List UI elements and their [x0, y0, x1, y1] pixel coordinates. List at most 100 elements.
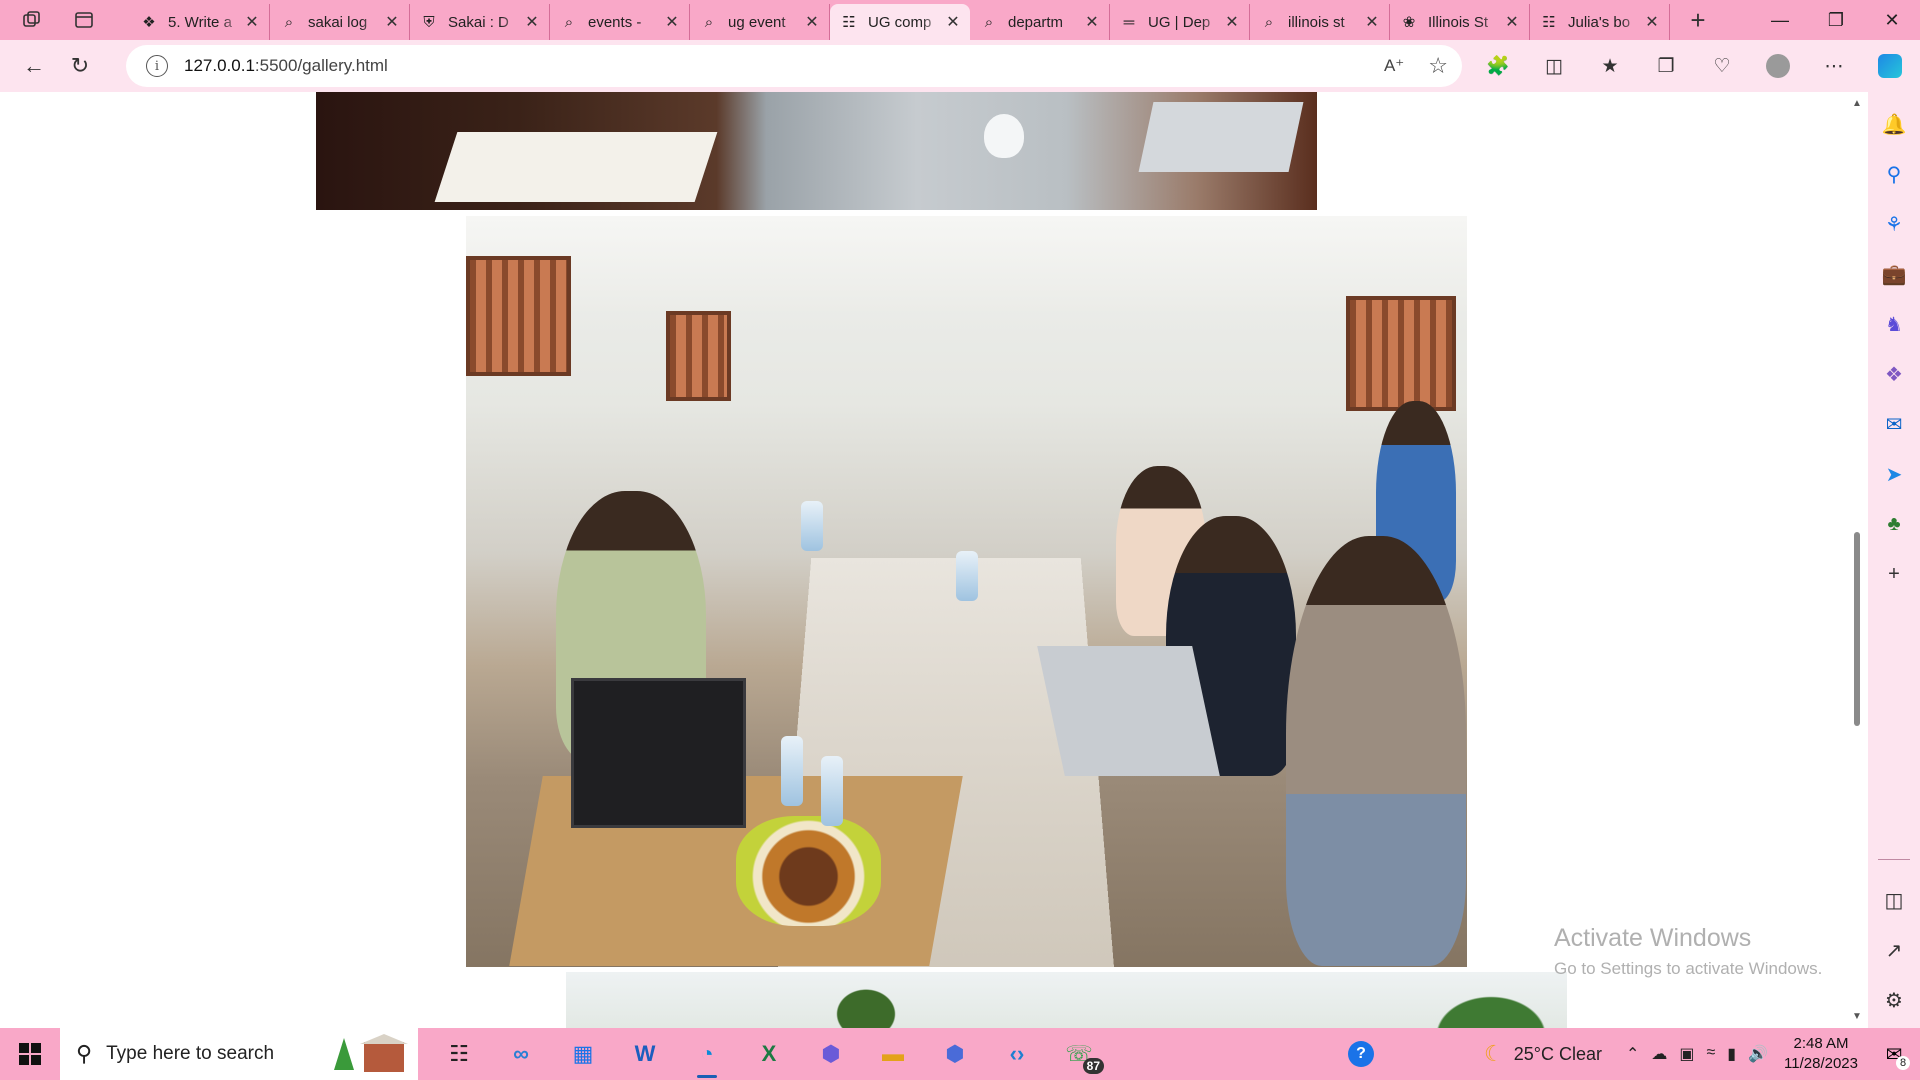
file-explorer-icon[interactable]: ▬ [862, 1028, 924, 1080]
sidebar-settings-gear-icon[interactable]: ⚙ [1876, 982, 1912, 1018]
refresh-button[interactable]: ↻ [60, 46, 100, 86]
split-screen-icon[interactable]: ◫ [1534, 46, 1574, 86]
shopping-tag-icon[interactable]: ⚘ [1876, 206, 1912, 242]
vscode-icon[interactable]: ‹› [986, 1028, 1048, 1080]
url-host: 127.0.0.1 [184, 56, 255, 75]
notifications-bell-icon[interactable]: 🔔 [1876, 106, 1912, 142]
tab-close-icon[interactable]: ✕ [243, 13, 261, 31]
taskbar-search-box[interactable]: ⚲ Type here to search [60, 1028, 418, 1080]
weather-temp: 25°C [1513, 1043, 1554, 1064]
page-scrollbar[interactable]: ▲ ▼ [1850, 92, 1864, 1028]
tab-close-icon[interactable]: ✕ [1503, 13, 1521, 31]
browser-tab[interactable]: ☷ UG comp ✕ [830, 4, 970, 40]
tab-close-icon[interactable]: ✕ [383, 13, 401, 31]
system-tray: ? ☾ 25°C Clear ⌃ ☁ ▣ ≈ ▮ 🔊 2:48 AM 11/28… [1348, 1028, 1920, 1080]
excel-icon[interactable]: X [738, 1028, 800, 1080]
close-window-button[interactable]: ✕ [1864, 0, 1920, 40]
taskbar-clock[interactable]: 2:48 AM 11/28/2023 [1784, 1034, 1858, 1074]
tree-icon[interactable]: ♣ [1876, 506, 1912, 542]
tab-close-icon[interactable]: ✕ [1643, 13, 1661, 31]
browser-tab[interactable]: ⌕ illinois st ✕ [1250, 4, 1390, 40]
meet-now-icon[interactable]: ▣ [1679, 1044, 1694, 1064]
favorite-star-icon[interactable]: ☆ [1428, 53, 1448, 79]
gallery-photo-students-coding-session [466, 216, 1467, 967]
tab-title: UG comp [868, 13, 932, 31]
browser-tab[interactable]: ❀ Illinois St ✕ [1390, 4, 1530, 40]
tab-actions-icon[interactable] [68, 4, 100, 36]
tab-close-icon[interactable]: ✕ [1083, 13, 1101, 31]
tab-close-icon[interactable]: ✕ [1223, 13, 1241, 31]
settings-more-icon[interactable]: ⋯ [1814, 46, 1854, 86]
tab-title: events - [588, 13, 642, 31]
browser-tab[interactable]: ☷ Julia's bo ✕ [1530, 4, 1670, 40]
show-hidden-icons-chevron-icon[interactable]: ⌃ [1626, 1044, 1639, 1064]
scrollbar-thumb[interactable] [1854, 532, 1860, 726]
browser-essentials-icon[interactable]: ♡ [1702, 46, 1742, 86]
copilot-infinity-icon[interactable]: ∞ [490, 1028, 552, 1080]
microsoft-store-icon[interactable]: ▦ [552, 1028, 614, 1080]
tab-close-icon[interactable]: ✕ [1363, 13, 1381, 31]
back-button[interactable]: ← [14, 46, 54, 86]
battery-icon[interactable]: ▮ [1727, 1044, 1736, 1064]
browser-tab[interactable]: ❖ 5. Write a ✕ [130, 4, 270, 40]
whatsapp-unread-badge: 87 [1082, 1058, 1104, 1074]
sidebar-search-icon[interactable]: ⚲ [1876, 156, 1912, 192]
tab-close-icon[interactable]: ✕ [944, 13, 962, 31]
browser-tab[interactable]: ⌕ sakai log ✕ [270, 4, 410, 40]
edge-icon[interactable]: ◔ [676, 1028, 738, 1080]
copilot-alt-icon[interactable]: ⬢ [924, 1028, 986, 1080]
address-bar[interactable]: i 127.0.0.1:5500/gallery.html A⁺ ☆ [126, 45, 1462, 87]
microsoft-365-icon[interactable]: ❖ [1876, 356, 1912, 392]
workspaces-icon[interactable] [16, 4, 48, 36]
tab-close-icon[interactable]: ✕ [803, 13, 821, 31]
tab-title: illinois st [1288, 13, 1345, 31]
hide-sidebar-icon[interactable]: ◫ [1876, 882, 1912, 918]
search-icon: ⌕ [284, 13, 294, 31]
add-sidebar-app-icon[interactable]: + [1876, 556, 1912, 592]
address-url[interactable]: 127.0.0.1:5500/gallery.html [184, 56, 388, 76]
extensions-icon[interactable]: 🧩 [1478, 46, 1518, 86]
scroll-down-arrow-icon[interactable]: ▼ [1852, 1011, 1862, 1022]
weather-widget[interactable]: ☾ 25°C Clear [1484, 1041, 1602, 1067]
search-icon: ⌕ [704, 13, 714, 31]
notification-count-badge: 8 [1896, 1056, 1910, 1070]
tab-title: Illinois St [1428, 13, 1489, 31]
word-icon[interactable]: W [614, 1028, 676, 1080]
tools-briefcase-icon[interactable]: 💼 [1876, 256, 1912, 292]
favorites-icon[interactable]: ★ [1590, 46, 1630, 86]
browser-tab[interactable]: ⌕ ug event ✕ [690, 4, 830, 40]
browser-tab[interactable]: ⌕ departm ✕ [970, 4, 1110, 40]
onedrive-icon[interactable]: ☁ [1651, 1044, 1667, 1064]
copilot-icon[interactable] [1870, 46, 1910, 86]
tab-close-icon[interactable]: ✕ [663, 13, 681, 31]
tab-list: ❖ 5. Write a ✕ ⌕ sakai log ✕ ⛨ Sakai : D ✕ ⌕ event… [130, 0, 1670, 40]
read-aloud-icon[interactable]: A⁺ [1384, 56, 1404, 76]
drop-send-icon[interactable]: ➤ [1876, 456, 1912, 492]
site-info-icon[interactable]: i [146, 55, 168, 77]
profile-avatar-icon[interactable] [1758, 46, 1798, 86]
tab-title: 5. Write a [168, 13, 232, 31]
help-icon[interactable]: ? [1348, 1041, 1374, 1067]
volume-icon[interactable]: 🔊 [1748, 1044, 1768, 1064]
browser-tab[interactable]: ═ UG | Dep ✕ [1110, 4, 1250, 40]
copilot-icon[interactable]: ⬢ [800, 1028, 862, 1080]
task-view-icon[interactable]: ☷ [428, 1028, 490, 1080]
browser-tab[interactable]: ⛨ Sakai : D ✕ [410, 4, 550, 40]
restore-button[interactable]: ❐ [1808, 0, 1864, 40]
games-chess-icon[interactable]: ♞ [1876, 306, 1912, 342]
search-icon: ⌕ [984, 13, 994, 31]
whatsapp-icon[interactable]: ☏ 87 [1048, 1028, 1110, 1080]
collections-icon[interactable]: ❐ [1646, 46, 1686, 86]
page-icon: ☷ [842, 14, 856, 31]
external-link-icon[interactable]: ↗ [1876, 932, 1912, 968]
browser-toolbar: ← ↻ i 127.0.0.1:5500/gallery.html A⁺ ☆ 🧩… [0, 40, 1920, 92]
wifi-icon[interactable]: ≈ [1707, 1044, 1716, 1064]
outlook-icon[interactable]: ✉ [1876, 406, 1912, 442]
notification-center-icon[interactable]: ✉ 8 [1876, 1036, 1912, 1072]
start-button[interactable] [0, 1028, 60, 1080]
new-tab-button[interactable]: + [1680, 2, 1716, 38]
minimize-button[interactable]: — [1752, 0, 1808, 40]
tab-close-icon[interactable]: ✕ [523, 13, 541, 31]
scroll-up-arrow-icon[interactable]: ▲ [1852, 98, 1862, 109]
browser-tab[interactable]: ⌕ events - ✕ [550, 4, 690, 40]
